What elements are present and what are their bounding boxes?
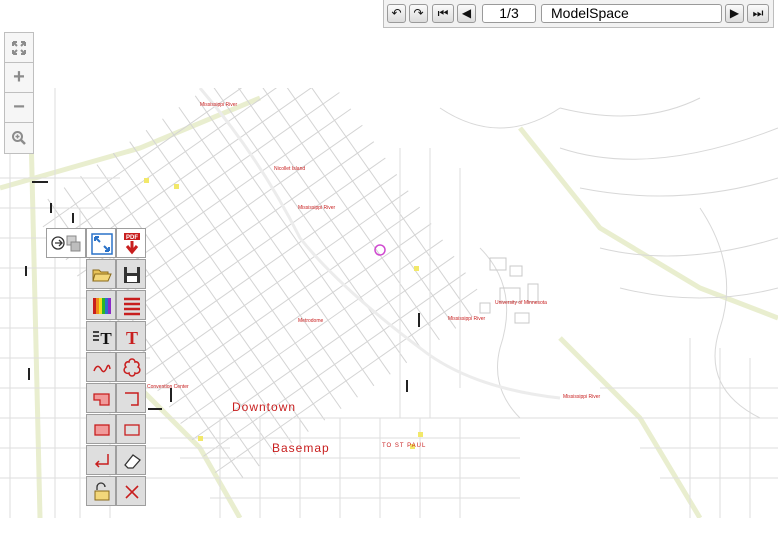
color-spectrum-icon <box>93 298 111 314</box>
collapse-toolbar-button[interactable] <box>46 228 86 258</box>
label-mississippi-river: Mississippi River <box>563 394 601 400</box>
first-page-icon: ⏮ <box>437 6 449 20</box>
line-weight-button[interactable] <box>116 290 146 320</box>
label-downtown: Downtown <box>232 400 297 414</box>
erase-button[interactable] <box>116 445 146 475</box>
polyline-button[interactable] <box>116 383 146 413</box>
last-page-button[interactable]: ⏭ <box>747 4 769 23</box>
redo-button[interactable]: ↷ <box>409 4 428 23</box>
svg-text:PDF: PDF <box>126 235 138 241</box>
text-size-button[interactable]: T <box>86 321 116 351</box>
polyline-icon <box>125 392 139 406</box>
export-pdf-button[interactable]: PDF <box>116 228 146 258</box>
fit-extents-icon <box>12 41 26 55</box>
label-to-st-paul: TO ST PAUL <box>382 443 427 449</box>
label-mississippi-river: Mississippi River <box>298 205 336 211</box>
close-icon <box>125 485 139 499</box>
rectangle-button[interactable] <box>116 414 146 444</box>
label-basemap: Basemap <box>272 441 330 455</box>
delete-markup-button[interactable] <box>116 476 146 506</box>
text-icon: T <box>126 328 138 348</box>
open-markup-button[interactable] <box>86 259 116 289</box>
undo-icon: ↶ <box>391 6 402 20</box>
zoom-in-button[interactable]: + <box>5 63 33 93</box>
label-mississippi-river: Mississippi River <box>448 316 486 322</box>
zoom-extents-button[interactable] <box>5 33 33 63</box>
unlock-markup-button[interactable] <box>86 476 116 506</box>
polygon-filled-icon <box>93 393 110 406</box>
freehand-icon <box>93 364 111 373</box>
svg-text:T: T <box>126 328 138 348</box>
markup-color-button[interactable] <box>86 290 116 320</box>
page-indicator[interactable]: 1/3 <box>482 4 536 23</box>
text-markup-button[interactable]: T <box>116 321 146 351</box>
label-nicollet-island: Nicollet Island <box>274 166 306 172</box>
svg-text:T: T <box>100 329 112 348</box>
previous-page-button[interactable]: ◀ <box>457 4 476 23</box>
folder-open-icon <box>92 269 112 282</box>
line-weight-icon <box>124 297 140 316</box>
unlock-icon <box>94 482 110 501</box>
undo-button[interactable]: ↶ <box>387 4 406 23</box>
previous-icon: ◀ <box>461 6 472 20</box>
freehand-button[interactable] <box>86 352 116 382</box>
first-page-button[interactable]: ⏮ <box>432 4 454 23</box>
markup-toolbar: PDF T T <box>46 228 147 507</box>
return-arrow-icon <box>94 454 109 468</box>
cloud-button[interactable] <box>116 352 146 382</box>
next-icon: ▶ <box>729 6 740 20</box>
label-metrodome: Metrodome <box>298 318 324 324</box>
zoom-out-button[interactable]: − <box>5 93 33 123</box>
rectangle-icon <box>124 424 140 436</box>
compare-arrows-icon <box>91 233 113 255</box>
save-markup-button[interactable] <box>116 259 146 289</box>
arrow-button[interactable] <box>86 445 116 475</box>
label-convention-center: Convention Center <box>147 384 189 390</box>
zoom-controls: + − <box>4 32 34 154</box>
zoom-window-button[interactable] <box>5 123 33 153</box>
layout-navigation-bar: ↶ ↷ ⏮ ◀ 1/3 ModelSpace ▶ ⏭ <box>383 0 774 28</box>
rectangle-filled-button[interactable] <box>86 414 116 444</box>
label-university: University of Minnesota <box>495 300 547 306</box>
label-mississippi-river: Mississippi River <box>200 102 238 108</box>
polygon-filled-button[interactable] <box>86 383 116 413</box>
rectangle-filled-icon <box>94 424 110 436</box>
save-disk-icon <box>124 267 140 283</box>
redo-icon: ↷ <box>413 6 424 20</box>
cloud-icon <box>123 358 141 377</box>
next-page-button[interactable]: ▶ <box>725 4 744 23</box>
last-page-icon: ⏭ <box>752 6 764 20</box>
markup-compare-button[interactable] <box>86 228 116 258</box>
arrow-layers-icon <box>51 235 81 252</box>
zoom-window-icon <box>12 131 26 145</box>
eraser-icon <box>124 454 141 469</box>
pdf-download-icon: PDF <box>124 233 140 255</box>
space-selector[interactable]: ModelSpace <box>541 4 722 23</box>
text-size-icon: T <box>93 329 112 348</box>
